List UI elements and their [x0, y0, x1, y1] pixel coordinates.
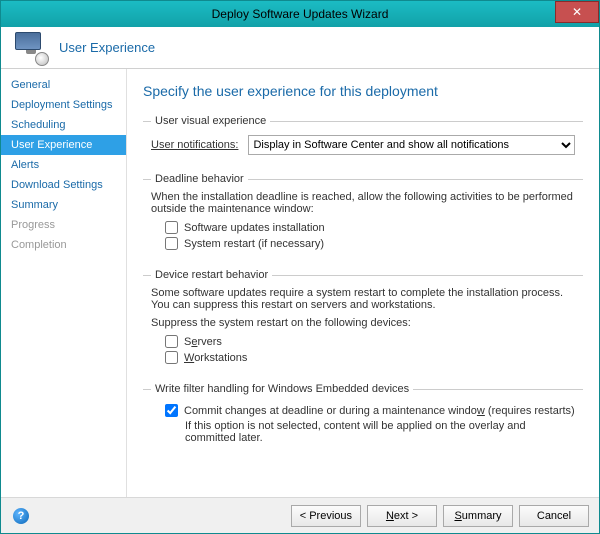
cb-servers-label: Servers	[184, 336, 222, 348]
user-notifications-label: User notifications:	[151, 139, 238, 151]
sidebar-item-deployment-settings[interactable]: Deployment Settings	[1, 95, 126, 115]
sidebar-item-scheduling[interactable]: Scheduling	[1, 115, 126, 135]
cb-software-updates-label: Software updates installation	[184, 222, 325, 234]
cb-software-updates[interactable]	[165, 221, 178, 234]
cb-workstations-label: Workstations	[184, 352, 247, 364]
sidebar-item-download-settings[interactable]: Download Settings	[1, 175, 126, 195]
group-write-filter-legend: Write filter handling for Windows Embedd…	[151, 383, 413, 395]
summary-button[interactable]: Summary	[443, 505, 513, 527]
user-notifications-select[interactable]: Display in Software Center and show all …	[248, 135, 575, 155]
wizard-window: Deploy Software Updates Wizard ✕ User Ex…	[0, 0, 600, 534]
content-heading: Specify the user experience for this dep…	[143, 83, 583, 99]
cb-workstations[interactable]	[165, 351, 178, 364]
previous-button[interactable]: < Previous	[291, 505, 361, 527]
sidebar-item-summary[interactable]: Summary	[1, 195, 126, 215]
cb-servers-row[interactable]: Servers	[165, 335, 575, 348]
write-filter-note: If this option is not selected, content …	[185, 420, 575, 444]
deadline-desc: When the installation deadline is reache…	[151, 191, 575, 215]
next-button[interactable]: Next >	[367, 505, 437, 527]
group-deadline-legend: Deadline behavior	[151, 173, 248, 185]
group-visual-experience: User visual experience User notification…	[143, 115, 583, 163]
content-pane: Specify the user experience for this dep…	[127, 69, 599, 497]
sidebar-item-general[interactable]: General	[1, 75, 126, 95]
cb-software-updates-row[interactable]: Software updates installation	[165, 221, 575, 234]
body-area: GeneralDeployment SettingsSchedulingUser…	[1, 69, 599, 497]
titlebar: Deploy Software Updates Wizard ✕	[1, 1, 599, 27]
cb-servers[interactable]	[165, 335, 178, 348]
restart-desc2: Suppress the system restart on the follo…	[151, 317, 575, 329]
sidebar-item-completion: Completion	[1, 235, 126, 255]
cb-commit-row[interactable]: Commit changes at deadline or during a m…	[165, 404, 575, 417]
cb-system-restart-row[interactable]: System restart (if necessary)	[165, 237, 575, 250]
cb-commit[interactable]	[165, 404, 178, 417]
sidebar: GeneralDeployment SettingsSchedulingUser…	[1, 69, 127, 497]
sidebar-item-user-experience[interactable]: User Experience	[1, 135, 126, 155]
help-icon[interactable]: ?	[13, 508, 29, 524]
sidebar-item-progress: Progress	[1, 215, 126, 235]
cb-system-restart[interactable]	[165, 237, 178, 250]
footer-bar: ? < Previous Next > Summary Cancel	[1, 497, 599, 533]
close-button[interactable]: ✕	[555, 1, 599, 23]
cb-workstations-row[interactable]: Workstations	[165, 351, 575, 364]
restart-desc1: Some software updates require a system r…	[151, 287, 575, 311]
cb-commit-label: Commit changes at deadline or during a m…	[184, 405, 575, 417]
group-deadline: Deadline behavior When the installation …	[143, 173, 583, 259]
close-icon: ✕	[572, 5, 582, 19]
group-restart-legend: Device restart behavior	[151, 269, 272, 281]
wizard-icon	[15, 32, 47, 64]
group-write-filter: Write filter handling for Windows Embedd…	[143, 383, 583, 450]
group-restart: Device restart behavior Some software up…	[143, 269, 583, 373]
group-visual-legend: User visual experience	[151, 115, 270, 127]
page-label: User Experience	[59, 40, 155, 55]
cancel-button[interactable]: Cancel	[519, 505, 589, 527]
window-title: Deploy Software Updates Wizard	[1, 7, 599, 21]
header-strip: User Experience	[1, 27, 599, 69]
cb-system-restart-label: System restart (if necessary)	[184, 238, 324, 250]
sidebar-item-alerts[interactable]: Alerts	[1, 155, 126, 175]
